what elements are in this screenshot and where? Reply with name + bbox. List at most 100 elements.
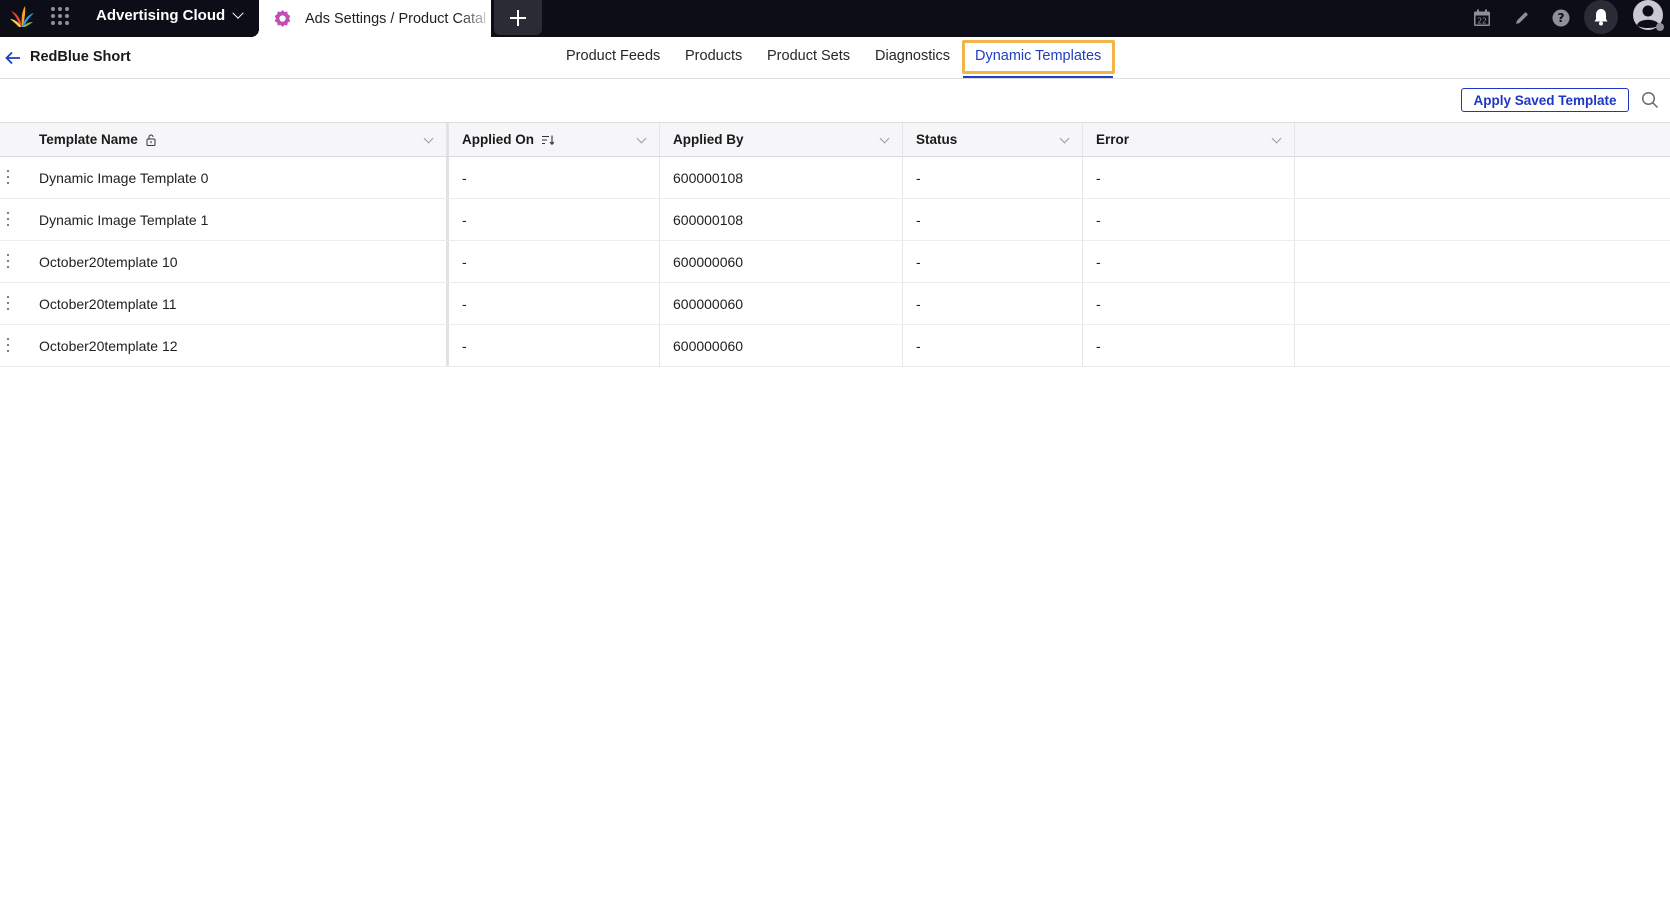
column-label: Status xyxy=(916,132,958,147)
row-menu-icon[interactable] xyxy=(6,170,10,186)
tab-ads-settings[interactable]: Ads Settings / Product Catalog xyxy=(251,0,491,37)
cell-status: - xyxy=(916,211,921,228)
column-divider xyxy=(902,123,903,156)
cell-applied-on: - xyxy=(462,253,467,270)
column-divider xyxy=(446,157,449,198)
column-divider xyxy=(446,241,449,282)
column-divider xyxy=(1294,123,1295,156)
cell-applied-on: - xyxy=(462,169,467,186)
active-tab-indicator xyxy=(963,76,1113,78)
cell-template-name[interactable]: October20template 12 xyxy=(39,325,178,366)
column-divider xyxy=(659,157,660,198)
column-divider xyxy=(1082,157,1083,198)
column-header-applied-by[interactable]: Applied By xyxy=(673,123,744,156)
column-label: Applied By xyxy=(673,132,744,147)
tab-diagnostics[interactable]: Diagnostics xyxy=(875,48,950,64)
new-tab-button[interactable] xyxy=(494,0,542,35)
column-divider xyxy=(1082,241,1083,282)
column-divider xyxy=(902,241,903,282)
column-header-template-name[interactable]: Template Name xyxy=(39,123,156,156)
cell-applied-on: - xyxy=(462,337,467,354)
table-row[interactable]: October20template 11 - 600000060 - - xyxy=(0,283,1670,325)
arrow-left-icon[interactable] xyxy=(4,49,22,67)
cell-applied-by: 600000060 xyxy=(673,253,744,270)
table-row[interactable]: Dynamic Image Template 0 - 600000108 - - xyxy=(0,157,1670,199)
column-divider xyxy=(1294,157,1295,198)
row-menu-icon[interactable] xyxy=(6,212,10,228)
calendar-icon[interactable]: 22 xyxy=(1469,5,1495,31)
chevron-down-icon xyxy=(232,7,244,19)
cell-status: - xyxy=(916,295,921,312)
column-divider xyxy=(902,199,903,240)
column-divider xyxy=(1082,283,1083,324)
cell-status: - xyxy=(916,169,921,186)
cell-error: - xyxy=(1096,169,1101,186)
tab-products[interactable]: Products xyxy=(685,48,742,64)
cell-applied-by: 600000108 xyxy=(673,169,744,186)
help-icon[interactable]: ? xyxy=(1548,5,1574,31)
page-title: RedBlue Short xyxy=(30,49,131,65)
column-divider xyxy=(1082,199,1083,240)
cell-template-name[interactable]: October20template 10 xyxy=(39,241,178,282)
search-icon[interactable] xyxy=(1641,91,1659,109)
svg-text:?: ? xyxy=(1558,11,1565,25)
apps-grid-icon[interactable] xyxy=(51,7,71,27)
column-header-applied-on[interactable]: Applied On xyxy=(462,123,554,156)
sort-icon[interactable] xyxy=(542,135,554,145)
column-divider xyxy=(446,325,449,366)
table-row[interactable]: October20template 12 - 600000060 - - xyxy=(0,325,1670,367)
cell-template-name[interactable]: October20template 11 xyxy=(39,283,177,324)
row-menu-icon[interactable] xyxy=(6,296,10,312)
row-menu-icon[interactable] xyxy=(6,254,10,270)
cell-error: - xyxy=(1096,295,1101,312)
tab-product-sets[interactable]: Product Sets xyxy=(767,48,850,64)
table-row[interactable]: Dynamic Image Template 1 - 600000108 - - xyxy=(0,199,1670,241)
column-label: Template Name xyxy=(39,132,138,147)
cell-applied-by: 600000108 xyxy=(673,211,744,228)
tab-product-feeds[interactable]: Product Feeds xyxy=(566,48,660,64)
column-header-status[interactable]: Status xyxy=(916,123,957,156)
column-divider xyxy=(1294,199,1295,240)
column-divider xyxy=(1294,325,1295,366)
logo-icon[interactable] xyxy=(9,5,35,29)
row-menu-icon[interactable] xyxy=(6,338,10,354)
cell-template-name[interactable]: Dynamic Image Template 1 xyxy=(39,199,208,240)
cell-applied-on: - xyxy=(462,211,467,228)
product-switcher[interactable]: Advertising Cloud xyxy=(96,0,244,31)
chevron-down-icon[interactable] xyxy=(1059,133,1070,144)
column-divider xyxy=(1082,123,1083,156)
user-avatar-icon[interactable] xyxy=(1631,0,1665,34)
column-header-error[interactable]: Error xyxy=(1096,123,1129,156)
chevron-down-icon[interactable] xyxy=(423,133,434,144)
column-resizer[interactable] xyxy=(446,123,449,156)
product-name: Advertising Cloud xyxy=(96,7,226,24)
cell-status: - xyxy=(916,337,921,354)
chevron-down-icon[interactable] xyxy=(1271,133,1282,144)
column-divider xyxy=(902,283,903,324)
column-divider xyxy=(902,325,903,366)
templates-table: Template Name Applied On Applied By Stat… xyxy=(0,122,1670,367)
cell-error: - xyxy=(1096,211,1101,228)
column-divider xyxy=(659,283,660,324)
column-divider xyxy=(446,199,449,240)
cell-error: - xyxy=(1096,253,1101,270)
cell-applied-by: 600000060 xyxy=(673,295,744,312)
chevron-down-icon[interactable] xyxy=(636,133,647,144)
bell-icon[interactable] xyxy=(1584,0,1618,34)
lock-icon xyxy=(146,134,156,146)
column-divider xyxy=(659,123,660,156)
gear-icon xyxy=(274,9,291,28)
tab-dynamic-templates[interactable]: Dynamic Templates xyxy=(975,48,1101,64)
table-row[interactable]: October20template 10 - 600000060 - - xyxy=(0,241,1670,283)
column-divider xyxy=(902,157,903,198)
pencil-icon[interactable] xyxy=(1509,5,1535,31)
column-divider xyxy=(1082,325,1083,366)
cell-status: - xyxy=(916,253,921,270)
chevron-down-icon[interactable] xyxy=(879,133,890,144)
column-divider xyxy=(446,283,449,324)
cell-error: - xyxy=(1096,337,1101,354)
table-header: Template Name Applied On Applied By Stat… xyxy=(0,122,1670,157)
top-bar: Advertising Cloud Ads Settings / Product… xyxy=(0,0,1670,37)
cell-template-name[interactable]: Dynamic Image Template 0 xyxy=(39,157,208,198)
apply-saved-template-button[interactable]: Apply Saved Template xyxy=(1461,88,1629,112)
